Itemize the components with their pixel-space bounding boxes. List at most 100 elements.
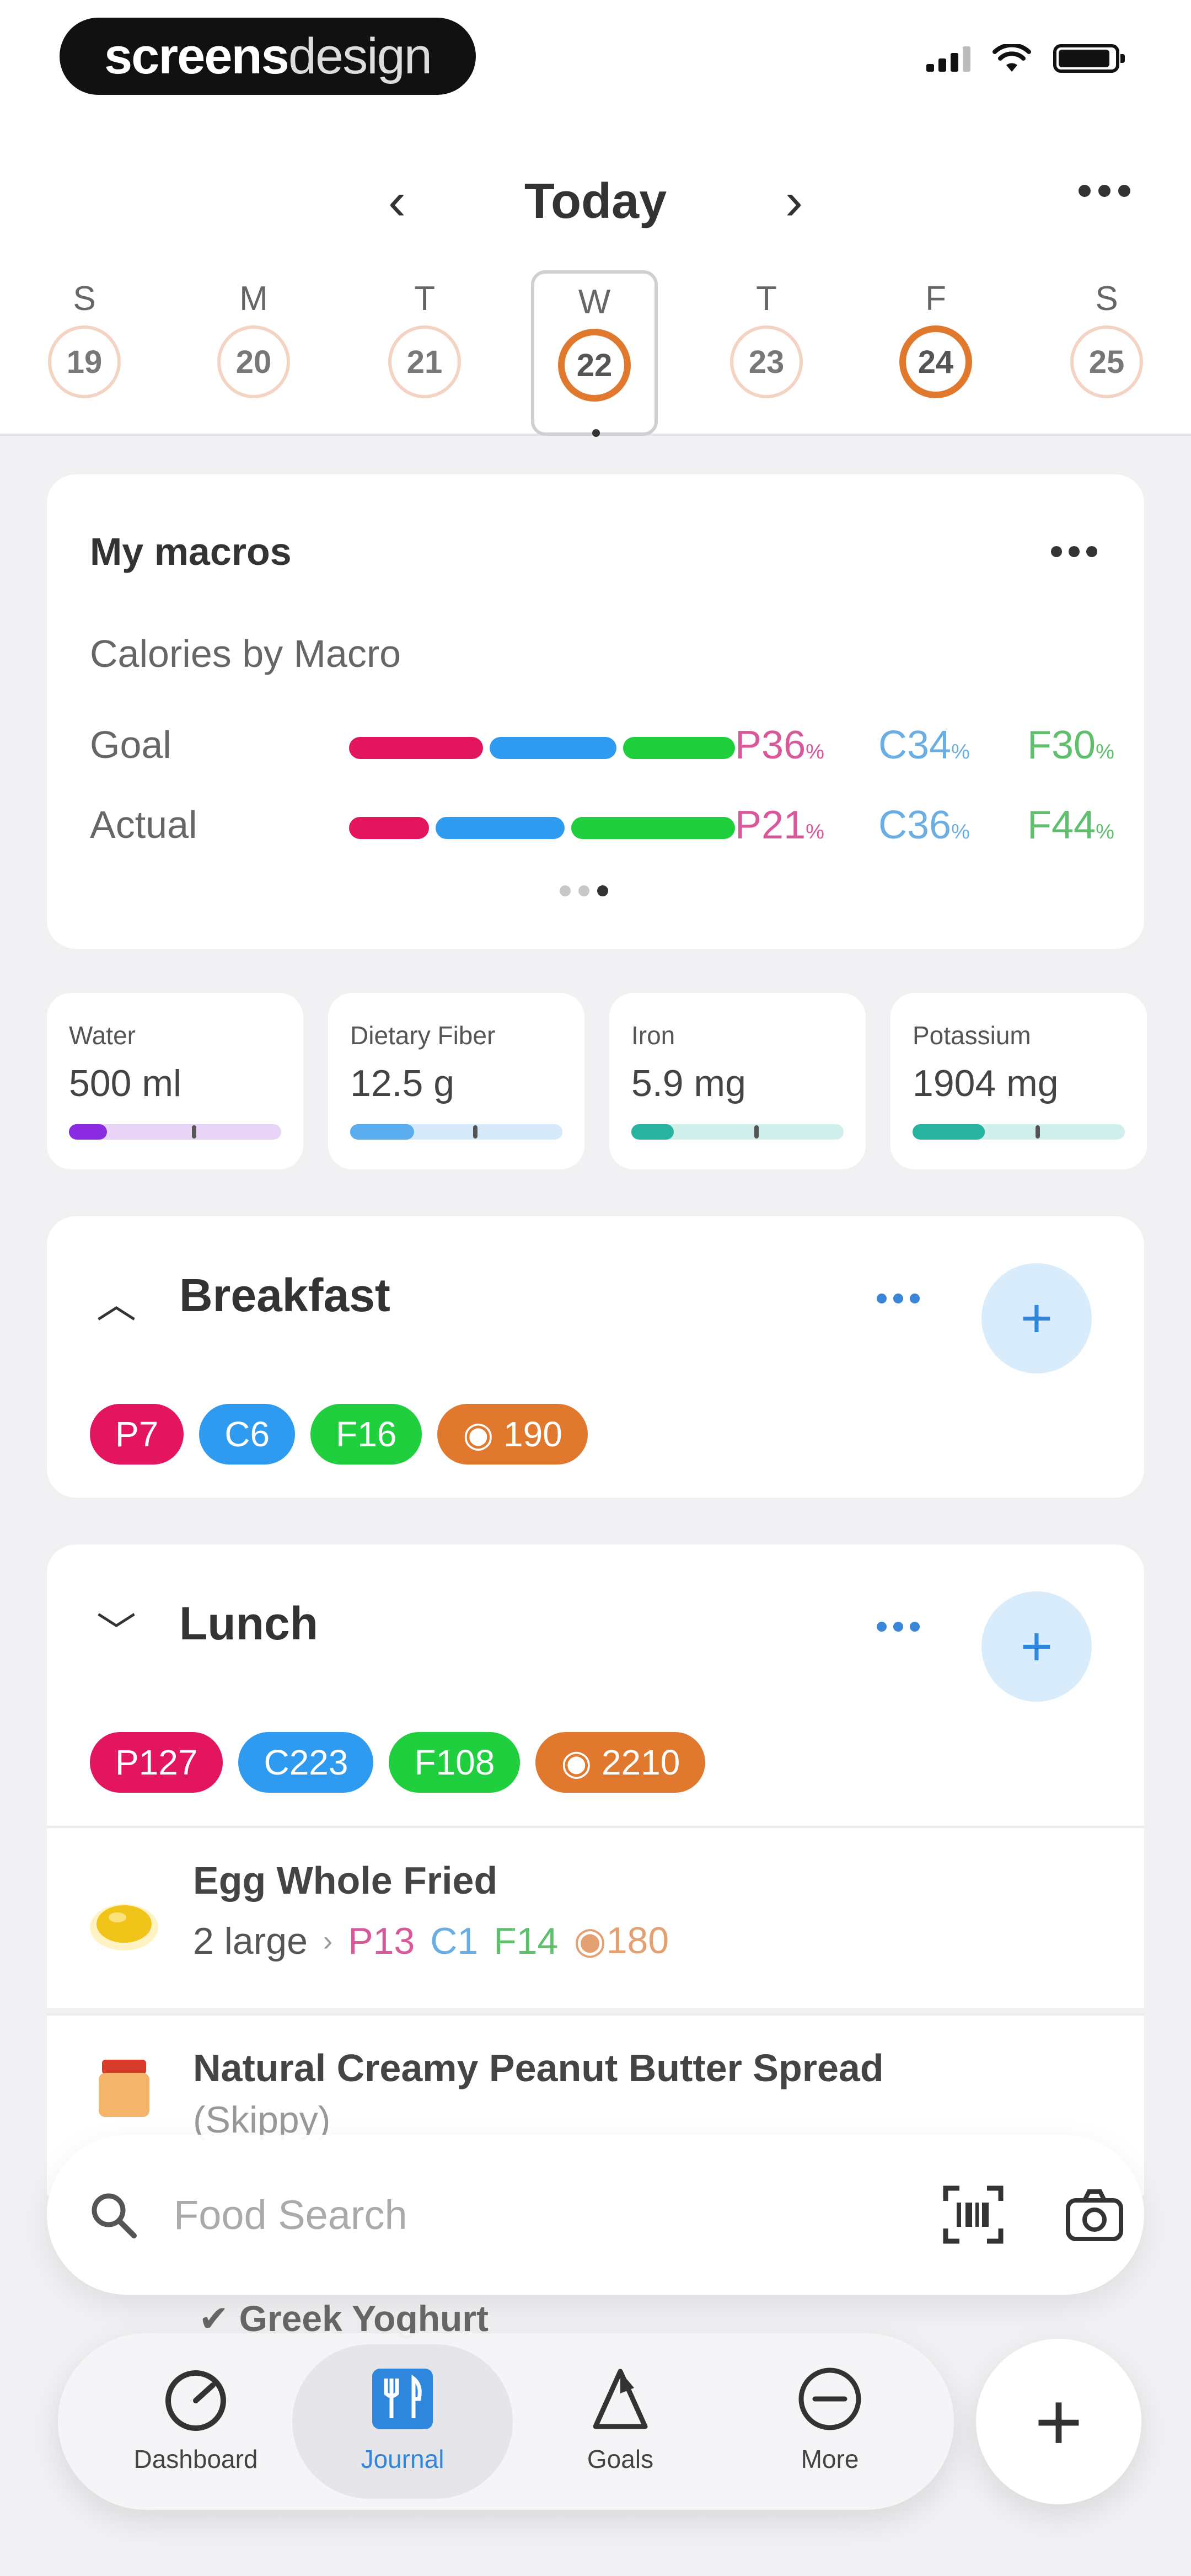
meal-header[interactable]: ﹀ Lunch + bbox=[47, 1544, 1144, 1702]
day-number: 20 bbox=[217, 325, 290, 398]
wifi-icon bbox=[993, 44, 1031, 72]
day-number: 19 bbox=[48, 325, 121, 398]
carbs-chip: C223 bbox=[238, 1732, 374, 1793]
goal-carbs-segment bbox=[490, 737, 617, 759]
chevron-right-icon[interactable]: › bbox=[761, 168, 827, 234]
flame-icon: ◉ bbox=[561, 1742, 602, 1782]
macros-subtitle: Calories by Macro bbox=[90, 632, 401, 675]
goal-protein-segment bbox=[349, 737, 484, 759]
meal-macro-chips: P127 C223 F108 ◉ 2210 bbox=[90, 1732, 706, 1793]
logo-secondary: design bbox=[288, 28, 432, 84]
fat-chip: F16 bbox=[310, 1404, 422, 1465]
macros-title: My macros bbox=[90, 530, 292, 573]
add-button[interactable]: + bbox=[976, 2339, 1141, 2504]
day-monday[interactable]: M 20 bbox=[190, 270, 317, 436]
day-number: 22 bbox=[558, 329, 631, 402]
food-name: Natural Creamy Peanut Butter Spread bbox=[193, 2046, 884, 2089]
barcode-scan-icon[interactable] bbox=[940, 2182, 1006, 2248]
nutrient-tile-fiber[interactable]: Dietary Fiber 12.5 g bbox=[328, 993, 584, 1169]
tab-journal[interactable]: Journal bbox=[292, 2344, 513, 2499]
day-wednesday-selected[interactable]: W 22 bbox=[531, 270, 658, 437]
meal-card-breakfast[interactable]: ︿ Breakfast + P7 C6 F16 ◉ 190 bbox=[47, 1216, 1144, 1498]
macros-card[interactable]: My macros Calories by Macro Goal P36% C3… bbox=[47, 474, 1144, 949]
nutrient-value: 500 ml bbox=[69, 1062, 182, 1104]
tab-dashboard[interactable]: Dashboard bbox=[85, 2344, 306, 2499]
page-indicator[interactable] bbox=[560, 885, 608, 896]
add-food-button[interactable]: + bbox=[981, 1591, 1092, 1702]
day-sunday[interactable]: S 19 bbox=[21, 270, 148, 436]
day-letter: S bbox=[1095, 280, 1118, 318]
fat-chip: F108 bbox=[389, 1732, 521, 1793]
food-name: Egg Whole Fried bbox=[193, 1859, 498, 1902]
journal-cutlery-icon bbox=[372, 2369, 433, 2429]
meal-card-lunch[interactable]: ﹀ Lunch + P127 C223 F108 ◉ 2210 bbox=[47, 1544, 1144, 1831]
nutrient-label: Potassium bbox=[913, 1021, 1031, 1050]
nutrient-progress bbox=[350, 1124, 562, 1140]
logo-main: screens bbox=[104, 28, 289, 84]
food-carbs: C1 bbox=[430, 1920, 479, 1962]
goal-bar bbox=[349, 737, 735, 759]
day-tuesday[interactable]: T 21 bbox=[361, 270, 488, 436]
tab-label: Dashboard bbox=[133, 2445, 258, 2473]
tab-label: More bbox=[801, 2445, 859, 2473]
calories-chip: ◉ 190 bbox=[437, 1404, 588, 1465]
status-icons bbox=[926, 44, 1125, 73]
bottom-tab-bar: Dashboard Journal Goals More bbox=[58, 2333, 954, 2510]
tab-label: Goals bbox=[587, 2445, 654, 2473]
day-friday[interactable]: F 24 bbox=[872, 270, 999, 436]
food-details: 2 large › P13 C1 F14 ◉180 bbox=[193, 1919, 669, 1963]
nutrient-tile-potassium[interactable]: Potassium 1904 mg bbox=[890, 993, 1147, 1169]
tab-more[interactable]: More bbox=[720, 2344, 940, 2499]
chevron-down-icon[interactable]: ﹀ bbox=[96, 1600, 136, 1658]
check-icon: ✔ bbox=[198, 2298, 229, 2339]
goal-fat-segment bbox=[623, 737, 735, 759]
camera-refresh-icon[interactable] bbox=[1061, 2182, 1128, 2248]
goal-label: Goal bbox=[90, 723, 171, 766]
chevron-left-icon[interactable]: ‹ bbox=[364, 168, 430, 234]
nutrient-progress bbox=[69, 1124, 281, 1140]
add-food-button[interactable]: + bbox=[981, 1263, 1092, 1373]
more-horizontal-icon[interactable] bbox=[877, 1294, 920, 1303]
nutrient-tile-iron[interactable]: Iron 5.9 mg bbox=[609, 993, 866, 1169]
date-header: ‹ Today › S 19 M 20 T 21 W 22 T 23 F 24 … bbox=[0, 116, 1191, 437]
more-horizontal-icon[interactable] bbox=[1051, 546, 1097, 557]
food-search-bar[interactable] bbox=[47, 2135, 1144, 2295]
nutrient-value: 12.5 g bbox=[350, 1062, 455, 1104]
actual-bar bbox=[349, 817, 735, 839]
day-thursday[interactable]: T 23 bbox=[703, 270, 830, 436]
nutrient-value: 5.9 mg bbox=[631, 1062, 746, 1104]
actual-protein-segment bbox=[349, 817, 429, 839]
day-saturday[interactable]: S 25 bbox=[1043, 270, 1170, 436]
protein-chip: P7 bbox=[90, 1404, 184, 1465]
plus-icon: + bbox=[1034, 2375, 1083, 2468]
day-letter: W bbox=[578, 283, 611, 321]
nutrient-label: Iron bbox=[631, 1021, 675, 1050]
tab-goals[interactable]: Goals bbox=[510, 2344, 731, 2499]
day-letter: T bbox=[756, 280, 777, 318]
peanut-butter-jar-icon bbox=[99, 2060, 149, 2117]
meal-header[interactable]: ︿ Breakfast + bbox=[47, 1216, 1144, 1373]
goal-protein-pct: P36% bbox=[735, 723, 824, 767]
day-number: 23 bbox=[730, 325, 803, 398]
search-input[interactable] bbox=[174, 2179, 725, 2251]
watermark-logo: screens design bbox=[60, 18, 476, 95]
actual-fat-pct: F44% bbox=[1027, 803, 1114, 847]
meal-title: Breakfast bbox=[179, 1269, 390, 1321]
day-letter: S bbox=[73, 280, 96, 318]
page-title[interactable]: Today bbox=[474, 168, 717, 234]
dashboard-gauge-icon bbox=[165, 2370, 226, 2431]
food-row[interactable]: Egg Whole Fried 2 large › P13 C1 F14 ◉18… bbox=[47, 1826, 1144, 2008]
chevron-up-icon[interactable]: ︿ bbox=[96, 1271, 136, 1329]
status-bar: screens design bbox=[0, 0, 1191, 116]
search-icon bbox=[92, 2193, 137, 2238]
nutrient-tile-water[interactable]: Water 500 ml bbox=[47, 993, 303, 1169]
cellular-signal-icon bbox=[926, 45, 970, 72]
more-horizontal-icon[interactable] bbox=[1079, 185, 1130, 197]
actual-protein-pct: P21% bbox=[735, 803, 824, 847]
flame-icon: ◉ bbox=[463, 1414, 503, 1454]
more-horizontal-icon[interactable] bbox=[877, 1622, 920, 1632]
chevron-right-icon: › bbox=[323, 1925, 333, 1957]
tab-label: Journal bbox=[361, 2445, 444, 2473]
calories-chip: ◉ 2210 bbox=[535, 1732, 706, 1793]
nutrient-label: Water bbox=[69, 1021, 136, 1050]
